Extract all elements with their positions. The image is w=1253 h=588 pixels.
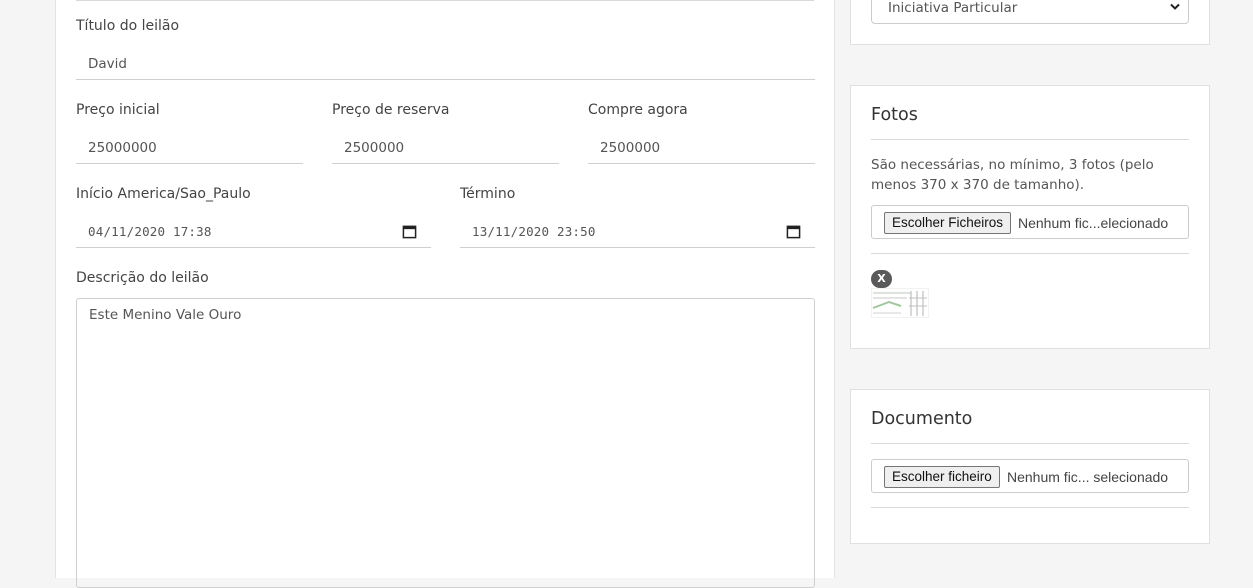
description-textarea[interactable]: Este Menino Vale Ouro xyxy=(76,298,815,588)
start-datetime-input[interactable]: 04/11/2020 17:38 xyxy=(76,216,431,248)
divider xyxy=(871,507,1189,508)
divider xyxy=(871,443,1189,444)
photos-file-status: Nenhum fic...elecionado xyxy=(1018,215,1169,231)
auction-form-card: Título do leilão David Preço inicial 250… xyxy=(55,0,835,588)
buy-now-label: Compre agora xyxy=(588,102,688,118)
buy-now-input[interactable]: 2500000 xyxy=(588,132,815,164)
chevron-down-icon xyxy=(1170,3,1180,10)
start-date-label: Início America/Sao_Paulo xyxy=(76,186,251,202)
document-file-status: Nenhum fic... selecionado xyxy=(1007,469,1169,485)
start-price-label: Preço inicial xyxy=(76,102,160,118)
calendar-icon[interactable] xyxy=(402,224,417,239)
end-datetime-input[interactable]: 13/11/2020 23:50 xyxy=(460,216,815,248)
reserve-price-input[interactable]: 2500000 xyxy=(332,132,559,164)
divider xyxy=(871,139,1189,140)
photos-card: Fotos São necessárias, no mínimo, 3 foto… xyxy=(850,85,1210,349)
choose-files-button[interactable]: Escolher Ficheiros xyxy=(884,212,1012,234)
document-file-input[interactable]: Escolher ficheiro Nenhum fic... selecion… xyxy=(871,459,1189,493)
end-date-label: Término xyxy=(460,186,516,202)
reserve-price-label: Preço de reserva xyxy=(332,102,450,118)
start-price-input[interactable]: 25000000 xyxy=(76,132,303,164)
title-input[interactable]: David xyxy=(76,48,815,80)
start-datetime-value: 04/11/2020 17:38 xyxy=(88,224,212,239)
end-datetime-value: 13/11/2020 23:50 xyxy=(472,224,596,239)
type-select-value: Iniciativa Particular xyxy=(888,0,1018,16)
divider xyxy=(76,0,814,1)
document-card: Documento Escolher ficheiro Nenhum fic..… xyxy=(850,389,1210,544)
type-card: Iniciativa Particular xyxy=(850,0,1210,45)
photos-file-input[interactable]: Escolher Ficheiros Nenhum fic...eleciona… xyxy=(871,205,1189,239)
title-label: Título do leilão xyxy=(76,18,180,34)
divider xyxy=(871,253,1189,254)
calendar-icon[interactable] xyxy=(786,224,801,239)
description-label: Descrição do leilão xyxy=(76,270,209,286)
photos-requirement-note: São necessárias, no mínimo, 3 fotos (pel… xyxy=(871,157,1154,193)
choose-file-button[interactable]: Escolher ficheiro xyxy=(884,466,1000,488)
document-title: Documento xyxy=(871,409,973,429)
photo-thumbnail[interactable] xyxy=(871,288,929,318)
photos-title: Fotos xyxy=(871,105,918,125)
type-select[interactable]: Iniciativa Particular xyxy=(871,0,1189,24)
close-icon[interactable]: X xyxy=(871,270,892,288)
